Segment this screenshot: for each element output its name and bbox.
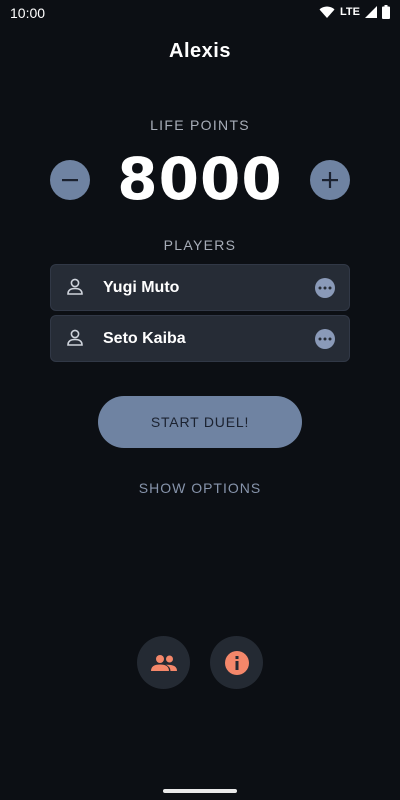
home-indicator[interactable] [163, 789, 237, 793]
battery-icon [382, 5, 390, 19]
status-icons: LTE [319, 5, 390, 19]
players-button[interactable] [137, 636, 190, 689]
page-title: Alexis [169, 40, 231, 62]
wifi-icon [319, 6, 335, 18]
more-options-icon [318, 286, 332, 289]
increment-life-points-button[interactable] [310, 160, 350, 200]
info-button[interactable] [210, 636, 263, 689]
player-card-yugi[interactable]: Yugi Muto [50, 264, 350, 311]
info-icon [224, 650, 249, 675]
group-icon [150, 654, 177, 671]
person-icon [67, 329, 83, 346]
player-more-options-button[interactable] [315, 328, 335, 349]
person-icon [67, 278, 83, 295]
players-label: PLAYERS [163, 237, 237, 253]
player-name: Seto Kaiba [103, 329, 186, 347]
player-more-options-button[interactable] [315, 277, 335, 298]
status-bar: 10:00 LTE [0, 0, 400, 26]
status-time: 10:00 [10, 5, 46, 21]
network-type: LTE [340, 6, 360, 18]
show-options-link[interactable]: SHOW OPTIONS [0, 480, 400, 496]
life-points-label: LIFE POINTS [150, 117, 250, 133]
player-name: Yugi Muto [103, 278, 180, 296]
player-card-seto[interactable]: Seto Kaiba [50, 315, 350, 362]
plus-icon [322, 172, 338, 188]
signal-icon [365, 6, 377, 18]
start-duel-button[interactable]: START DUEL! [98, 396, 302, 448]
more-options-icon [318, 337, 332, 340]
